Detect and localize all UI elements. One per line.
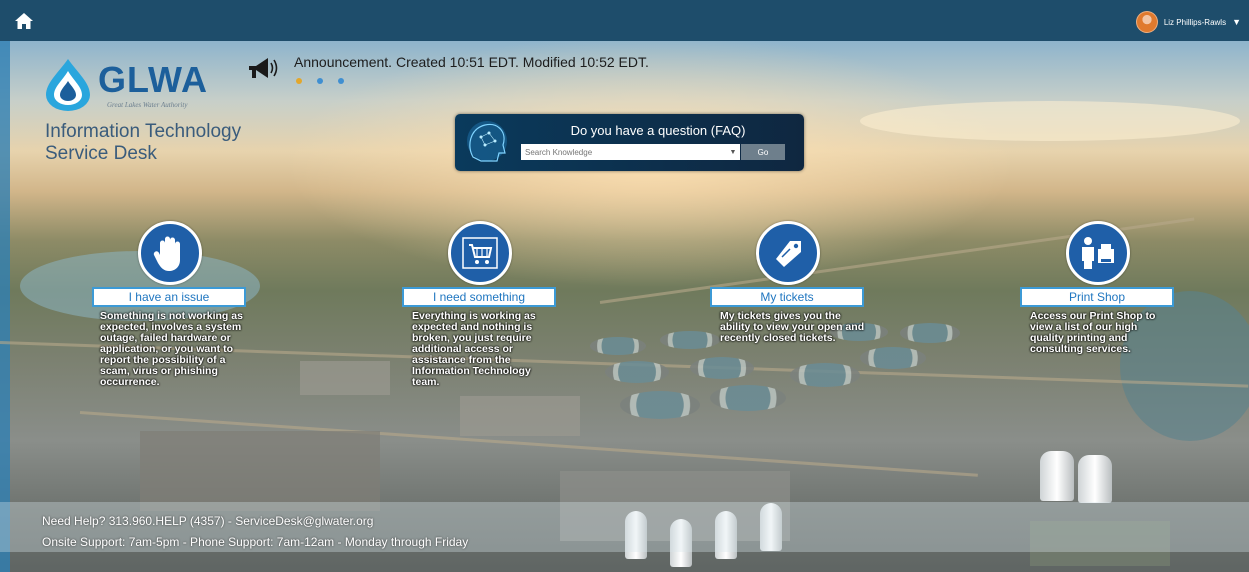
home-icon[interactable] [14, 12, 34, 30]
help-contact-line: Need Help? 313.960.HELP (4357) - Service… [42, 514, 374, 528]
announcement-text[interactable]: Announcement. Created 10:51 EDT. Modifie… [294, 54, 649, 70]
printer-person-icon [1066, 221, 1130, 285]
user-menu[interactable]: Liz Phillips-Rawls ▼ [1135, 11, 1241, 33]
portal-title: Information Technology Service Desk [45, 121, 241, 165]
support-footer: Need Help? 313.960.HELP (4357) - Service… [0, 502, 1249, 552]
water-drop-logo-icon [46, 59, 90, 111]
announcement-dot[interactable] [296, 78, 302, 84]
logo-subtitle: Great Lakes Water Authority [107, 101, 188, 109]
tile-label[interactable]: Print Shop [1020, 287, 1174, 307]
top-navigation-bar: Liz Phillips-Rawls ▼ [0, 0, 1249, 41]
chevron-down-icon[interactable]: ▼ [1232, 17, 1241, 27]
megaphone-icon[interactable] [246, 53, 282, 83]
tile-description: Something is not working as expected, in… [100, 310, 243, 388]
tile-label[interactable]: I need something [402, 287, 556, 307]
support-hours-line: Onsite Support: 7am-5pm - Phone Support:… [42, 535, 469, 549]
tile-description: Access our Print Shop to view a list of … [1030, 310, 1156, 355]
faq-search-panel: Do you have a question (FAQ) ▼ Go [455, 114, 804, 171]
knowledge-search-input[interactable] [521, 144, 726, 160]
hero-background: GLWA Great Lakes Water Authority Announc… [0, 41, 1249, 572]
portal-title-line2: Service Desk [45, 143, 157, 164]
avatar [1135, 11, 1158, 33]
shopping-cart-icon [448, 221, 512, 285]
search-scope-dropdown[interactable]: ▼ [726, 144, 740, 160]
hand-stop-icon [138, 221, 202, 285]
announcement-dot[interactable] [317, 78, 323, 84]
tile-label[interactable]: I have an issue [92, 287, 246, 307]
announcement-pager [296, 78, 344, 84]
logo-wordmark: GLWA [98, 59, 208, 100]
tile-label[interactable]: My tickets [710, 287, 864, 307]
tile-description: Everything is working as expected and no… [412, 310, 536, 388]
search-go-button[interactable]: Go [741, 144, 785, 160]
tile-description: My tickets gives you the ability to view… [720, 310, 865, 344]
brain-head-icon [467, 121, 507, 162]
announcement-dot[interactable] [338, 78, 344, 84]
portal-title-line1: Information Technology [45, 121, 242, 142]
tag-icon [756, 221, 820, 285]
faq-title: Do you have a question (FAQ) [570, 123, 746, 138]
glwa-logo[interactable]: GLWA Great Lakes Water Authority [40, 55, 220, 111]
user-name: Liz Phillips-Rawls [1163, 17, 1227, 27]
